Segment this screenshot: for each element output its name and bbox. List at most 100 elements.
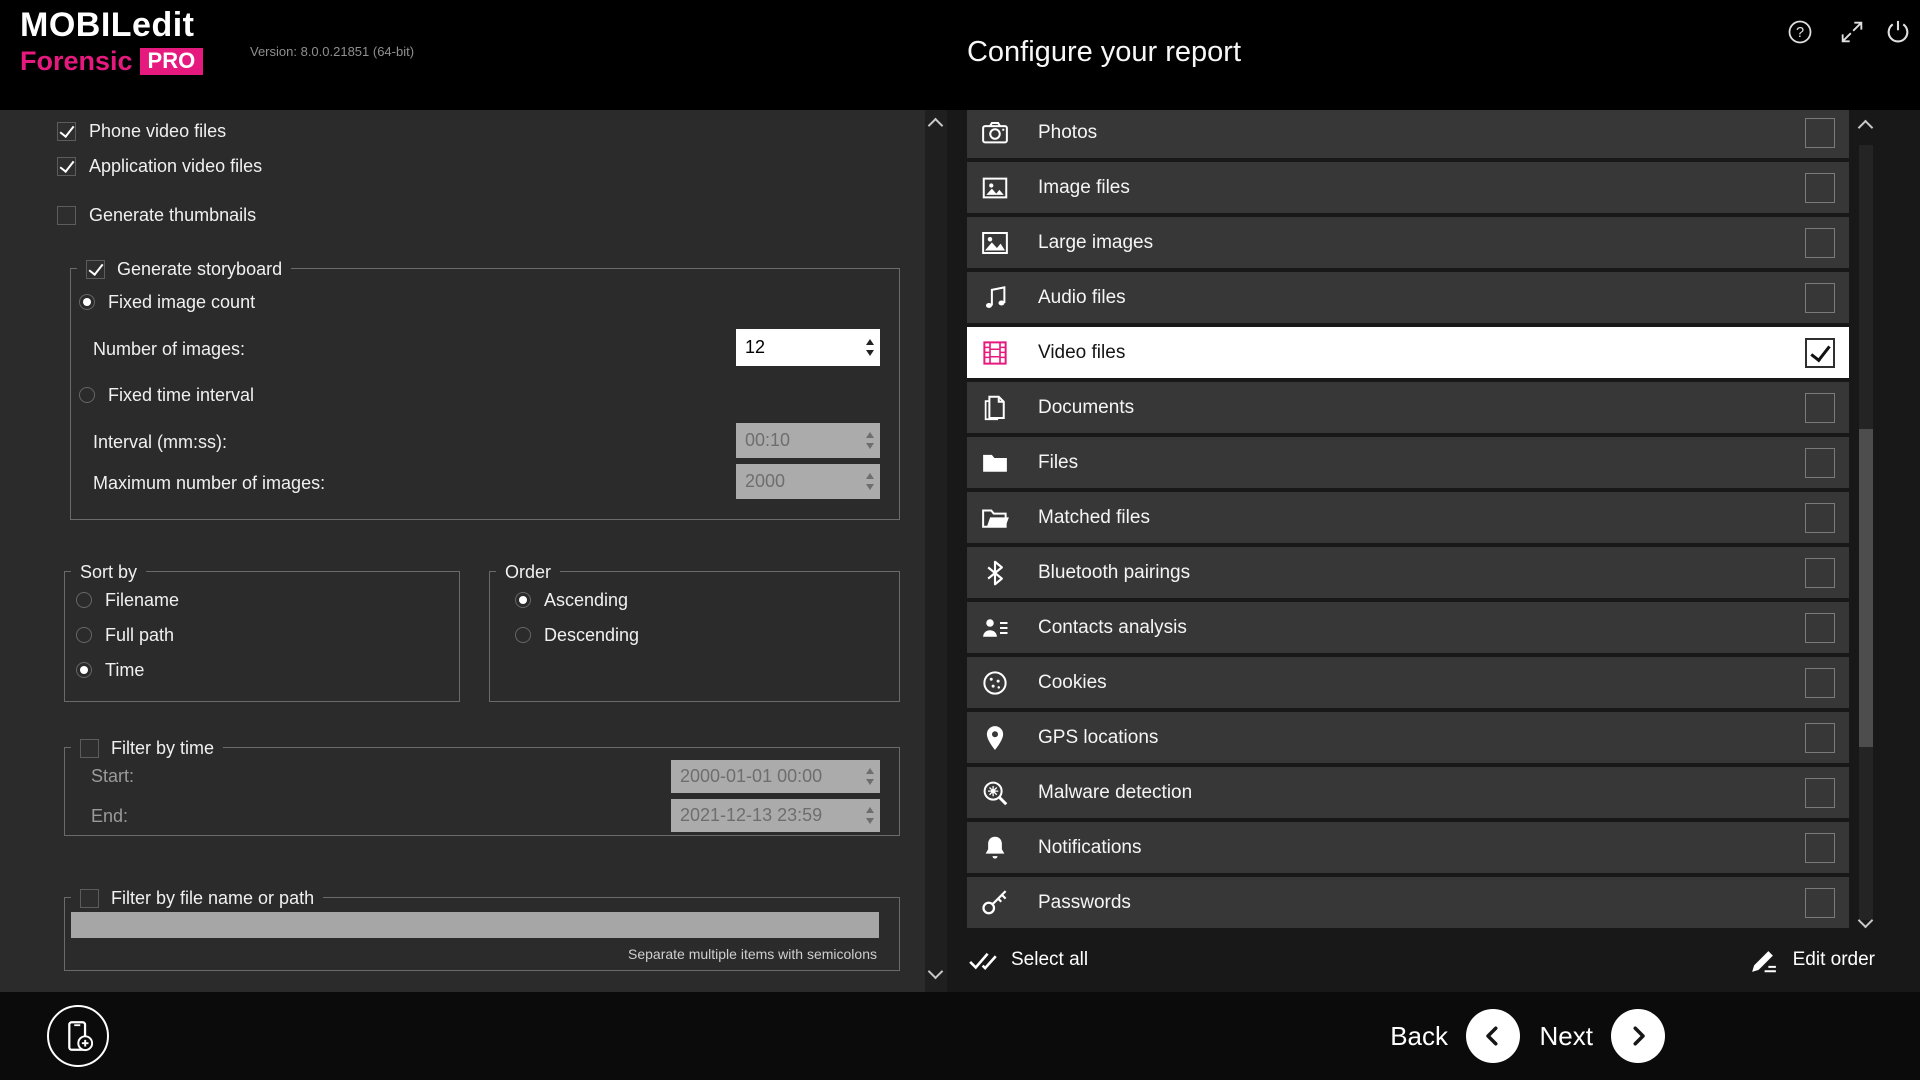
sort-full-path-row[interactable]: Full path bbox=[76, 624, 174, 646]
spin-up-icon[interactable] bbox=[866, 768, 874, 774]
spinner-arrows[interactable] bbox=[859, 760, 880, 793]
next-button[interactable]: Next bbox=[1540, 992, 1665, 1080]
report-row-large-images[interactable]: Large images bbox=[967, 217, 1849, 268]
select-all-button[interactable]: Select all bbox=[967, 945, 1088, 975]
report-row-malware-detection[interactable]: Malware detection bbox=[967, 767, 1849, 818]
help-button[interactable]: ? bbox=[1786, 18, 1814, 46]
phone-video-files-row[interactable]: Phone video files bbox=[57, 120, 226, 142]
sort-time-radio[interactable] bbox=[76, 662, 92, 678]
scroll-up-icon[interactable] bbox=[1858, 120, 1874, 136]
report-row-checkbox[interactable] bbox=[1805, 888, 1835, 918]
report-row-checkbox[interactable] bbox=[1805, 778, 1835, 808]
power-button[interactable] bbox=[1884, 18, 1912, 46]
report-row-checkbox[interactable] bbox=[1805, 118, 1835, 148]
report-row-gps-locations[interactable]: GPS locations bbox=[967, 712, 1849, 763]
report-row-notifications[interactable]: Notifications bbox=[967, 822, 1849, 873]
spin-up-icon[interactable] bbox=[866, 807, 874, 813]
report-row-video-files[interactable]: Video files bbox=[967, 327, 1849, 378]
sort-by-label: Sort by bbox=[80, 562, 137, 583]
back-button[interactable]: Back bbox=[1390, 992, 1520, 1080]
order-ascending-radio[interactable] bbox=[515, 592, 531, 608]
fixed-image-count-row[interactable]: Fixed image count bbox=[79, 291, 255, 313]
report-row-checkbox[interactable] bbox=[1805, 558, 1835, 588]
report-row-matched-files[interactable]: Matched files bbox=[967, 492, 1849, 543]
spin-up-icon[interactable] bbox=[866, 339, 874, 345]
next-circle[interactable] bbox=[1611, 1009, 1665, 1063]
report-row-cookies[interactable]: Cookies bbox=[967, 657, 1849, 708]
back-circle[interactable] bbox=[1466, 1009, 1520, 1063]
report-row-checkbox[interactable] bbox=[1805, 723, 1835, 753]
fixed-image-count-radio[interactable] bbox=[79, 294, 95, 310]
report-row-checkbox[interactable] bbox=[1805, 228, 1835, 258]
report-row-documents[interactable]: Documents bbox=[967, 382, 1849, 433]
report-row-checkbox[interactable] bbox=[1805, 833, 1835, 863]
resize-button[interactable] bbox=[1838, 18, 1866, 46]
max-images-label: Maximum number of images: bbox=[93, 472, 325, 494]
spin-down-icon[interactable] bbox=[866, 484, 874, 490]
report-row-files[interactable]: Files bbox=[967, 437, 1849, 488]
order-descending-radio[interactable] bbox=[515, 627, 531, 643]
report-row-checkbox[interactable] bbox=[1805, 613, 1835, 643]
report-row-image-files[interactable]: Image files bbox=[967, 162, 1849, 213]
report-row-audio-files[interactable]: Audio files bbox=[967, 272, 1849, 323]
bell-icon bbox=[980, 833, 1010, 863]
filter-start-input[interactable]: 2000-01-01 00:00 bbox=[671, 760, 880, 793]
filter-end-input[interactable]: 2021-12-13 23:59 bbox=[671, 799, 880, 832]
report-row-bluetooth-pairings[interactable]: Bluetooth pairings bbox=[967, 547, 1849, 598]
spin-down-icon[interactable] bbox=[866, 350, 874, 356]
report-row-label: Notifications bbox=[1038, 837, 1805, 859]
report-row-contacts-analysis[interactable]: Contacts analysis bbox=[967, 602, 1849, 653]
spinner-arrows[interactable] bbox=[859, 329, 880, 366]
documents-icon bbox=[980, 393, 1010, 423]
application-video-files-checkbox[interactable] bbox=[57, 157, 76, 176]
order-descending-row[interactable]: Descending bbox=[515, 624, 639, 646]
logo-forensic-text: Forensic bbox=[20, 48, 133, 75]
scroll-up-icon[interactable] bbox=[928, 118, 944, 134]
application-video-files-row[interactable]: Application video files bbox=[57, 155, 262, 177]
report-row-checkbox[interactable] bbox=[1805, 448, 1835, 478]
report-row-checkbox[interactable] bbox=[1805, 668, 1835, 698]
spinner-arrows[interactable] bbox=[859, 423, 880, 458]
sort-filename-radio[interactable] bbox=[76, 592, 92, 608]
header: MOBILedit Forensic PRO Version: 8.0.0.21… bbox=[0, 0, 1920, 110]
spin-down-icon[interactable] bbox=[866, 818, 874, 824]
report-row-checkbox[interactable] bbox=[1805, 393, 1835, 423]
sort-filename-row[interactable]: Filename bbox=[76, 589, 179, 611]
spin-down-icon[interactable] bbox=[866, 443, 874, 449]
report-row-checkbox[interactable] bbox=[1805, 173, 1835, 203]
generate-thumbnails-row[interactable]: Generate thumbnails bbox=[57, 204, 256, 226]
filter-by-time-checkbox[interactable] bbox=[80, 739, 99, 758]
spinner-arrows[interactable] bbox=[859, 464, 880, 499]
filter-by-name-input[interactable] bbox=[71, 912, 879, 938]
scrollbar-thumb[interactable] bbox=[1859, 429, 1873, 747]
report-row-checkbox[interactable] bbox=[1805, 338, 1835, 368]
order-ascending-label: Ascending bbox=[544, 590, 628, 611]
left-panel-scrollbar[interactable] bbox=[925, 110, 947, 992]
generate-thumbnails-checkbox[interactable] bbox=[57, 206, 76, 225]
interval-spinner[interactable]: 00:10 bbox=[736, 423, 880, 458]
number-of-images-spinner[interactable]: 12 bbox=[736, 329, 880, 366]
report-row-passwords[interactable]: Passwords bbox=[967, 877, 1849, 928]
sort-full-path-radio[interactable] bbox=[76, 627, 92, 643]
sort-time-row[interactable]: Time bbox=[76, 659, 144, 681]
spin-down-icon[interactable] bbox=[866, 779, 874, 785]
fixed-time-interval-radio[interactable] bbox=[79, 387, 95, 403]
report-row-checkbox[interactable] bbox=[1805, 503, 1835, 533]
report-list-footer: Select all Edit order bbox=[967, 936, 1875, 984]
report-row-photos[interactable]: Photos bbox=[967, 107, 1849, 158]
scroll-down-icon[interactable] bbox=[928, 964, 944, 980]
fixed-time-interval-row[interactable]: Fixed time interval bbox=[79, 384, 254, 406]
generate-storyboard-checkbox[interactable] bbox=[86, 260, 105, 279]
report-list-scrollbar[interactable] bbox=[1857, 110, 1875, 992]
order-ascending-row[interactable]: Ascending bbox=[515, 589, 628, 611]
spin-up-icon[interactable] bbox=[866, 473, 874, 479]
max-images-spinner[interactable]: 2000 bbox=[736, 464, 880, 499]
filter-by-name-checkbox[interactable] bbox=[80, 889, 99, 908]
spin-up-icon[interactable] bbox=[866, 432, 874, 438]
add-device-button[interactable] bbox=[47, 1005, 109, 1067]
phone-video-files-checkbox[interactable] bbox=[57, 122, 76, 141]
contacts-icon bbox=[980, 613, 1010, 643]
chevron-left-icon bbox=[1478, 1021, 1508, 1051]
report-row-checkbox[interactable] bbox=[1805, 283, 1835, 313]
spinner-arrows[interactable] bbox=[859, 799, 880, 832]
